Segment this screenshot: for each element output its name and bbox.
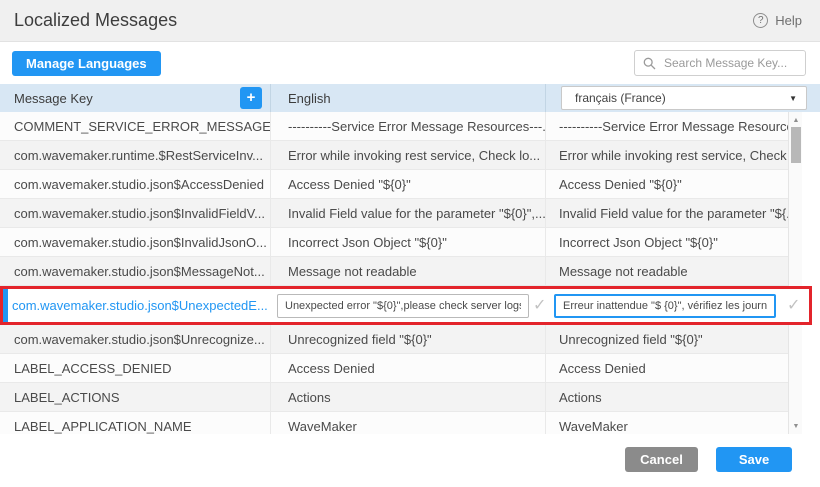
french-cell: Message not readable [545, 257, 788, 285]
french-cell: Actions [545, 383, 788, 411]
message-key-cell: com.wavemaker.studio.json$InvalidJsonO..… [0, 228, 270, 256]
english-cell: Unrecognized field "${0}" [270, 325, 545, 353]
save-button[interactable]: Save [716, 447, 792, 472]
footer-actions: Cancel Save [625, 447, 792, 472]
english-cell: Access Denied "${0}" [270, 170, 545, 198]
table-row-editing[interactable]: com.wavemaker.studio.json$UnexpectedE...… [0, 286, 812, 325]
cancel-button[interactable]: Cancel [625, 447, 698, 472]
scrollbar-thumb[interactable] [791, 127, 801, 163]
scroll-down-icon[interactable]: ▼ [789, 420, 803, 432]
english-cell: Error while invoking rest service, Check… [270, 141, 545, 169]
page-title: Localized Messages [14, 10, 177, 31]
help-label: Help [775, 13, 802, 28]
english-cell: Incorrect Json Object "${0}" [270, 228, 545, 256]
french-cell: Access Denied "${0}" [545, 170, 788, 198]
message-key-cell: com.wavemaker.studio.json$UnexpectedE... [12, 289, 268, 322]
table-row[interactable]: LABEL_ACTIONS Actions Actions [0, 383, 788, 412]
french-cell: ----------Service Error Message Resource… [545, 112, 788, 140]
add-message-key-button[interactable]: + [240, 87, 262, 109]
vertical-scrollbar[interactable]: ▲ ▼ [788, 112, 802, 434]
table-header: Message Key + English français (France) … [0, 84, 820, 112]
active-row-indicator [3, 289, 8, 322]
french-cell: Unrecognized field "${0}" [545, 325, 788, 353]
table-row[interactable]: com.wavemaker.studio.json$MessageNot... … [0, 257, 788, 286]
english-edit-input[interactable] [277, 294, 529, 318]
message-key-cell: LABEL_APPLICATION_NAME [0, 412, 270, 434]
language-select-value: français (France) [575, 91, 666, 105]
table-row[interactable]: com.wavemaker.studio.json$InvalidFieldV.… [0, 199, 788, 228]
table-row[interactable]: com.wavemaker.studio.json$InvalidJsonO..… [0, 228, 788, 257]
message-key-cell: com.wavemaker.studio.json$Unrecognize... [0, 325, 270, 353]
confirm-english-check-icon[interactable]: ✓ [533, 298, 546, 314]
search-input[interactable] [662, 55, 797, 71]
table-row[interactable]: LABEL_ACCESS_DENIED Access Denied Access… [0, 354, 788, 383]
english-column-header: English [288, 91, 331, 106]
french-cell: Error while invoking rest service, Check… [545, 141, 788, 169]
language-select[interactable]: français (France) ▼ [561, 86, 807, 110]
english-cell: Actions [270, 383, 545, 411]
search-icon [643, 57, 656, 70]
french-edit-input[interactable] [554, 294, 776, 318]
help-link[interactable]: ? Help [753, 13, 802, 28]
table-row[interactable]: com.wavemaker.studio.json$AccessDenied A… [0, 170, 788, 199]
table-row[interactable]: com.wavemaker.studio.json$Unrecognize...… [0, 325, 788, 354]
message-key-cell: com.wavemaker.studio.json$InvalidFieldV.… [0, 199, 270, 227]
english-cell: Invalid Field value for the parameter "$… [270, 199, 545, 227]
english-cell: Message not readable [270, 257, 545, 285]
table-row[interactable]: COMMENT_SERVICE_ERROR_MESSAGES ---------… [0, 112, 788, 141]
manage-languages-button[interactable]: Manage Languages [12, 51, 161, 76]
english-cell: ----------Service Error Message Resource… [270, 112, 545, 140]
message-key-cell: com.wavemaker.studio.json$AccessDenied [0, 170, 270, 198]
message-key-header: Message Key [14, 91, 93, 106]
toolbar: Manage Languages [0, 42, 820, 84]
message-key-cell: COMMENT_SERVICE_ERROR_MESSAGES [0, 112, 270, 140]
table-row[interactable]: LABEL_APPLICATION_NAME WaveMaker WaveMak… [0, 412, 788, 434]
title-bar: Localized Messages ? Help [0, 0, 820, 42]
message-key-cell: LABEL_ACCESS_DENIED [0, 354, 270, 382]
search-box[interactable] [634, 50, 806, 76]
messages-table: Message Key + English français (France) … [0, 84, 820, 434]
dropdown-arrow-icon: ▼ [789, 94, 797, 103]
english-cell: WaveMaker [270, 412, 545, 434]
help-icon: ? [753, 13, 768, 28]
english-cell: Access Denied [270, 354, 545, 382]
table-body: COMMENT_SERVICE_ERROR_MESSAGES ---------… [0, 112, 820, 434]
french-cell: Invalid Field value for the parameter "$… [545, 199, 788, 227]
french-cell: WaveMaker [545, 412, 788, 434]
message-key-cell: com.wavemaker.studio.json$MessageNot... [0, 257, 270, 285]
table-row[interactable]: com.wavemaker.runtime.$RestServiceInv...… [0, 141, 788, 170]
message-key-cell: LABEL_ACTIONS [0, 383, 270, 411]
message-key-cell: com.wavemaker.runtime.$RestServiceInv... [0, 141, 270, 169]
french-cell: Incorrect Json Object "${0}" [545, 228, 788, 256]
scroll-up-icon[interactable]: ▲ [789, 114, 803, 126]
confirm-french-check-icon[interactable]: ✓ [787, 298, 800, 314]
french-cell: Access Denied [545, 354, 788, 382]
